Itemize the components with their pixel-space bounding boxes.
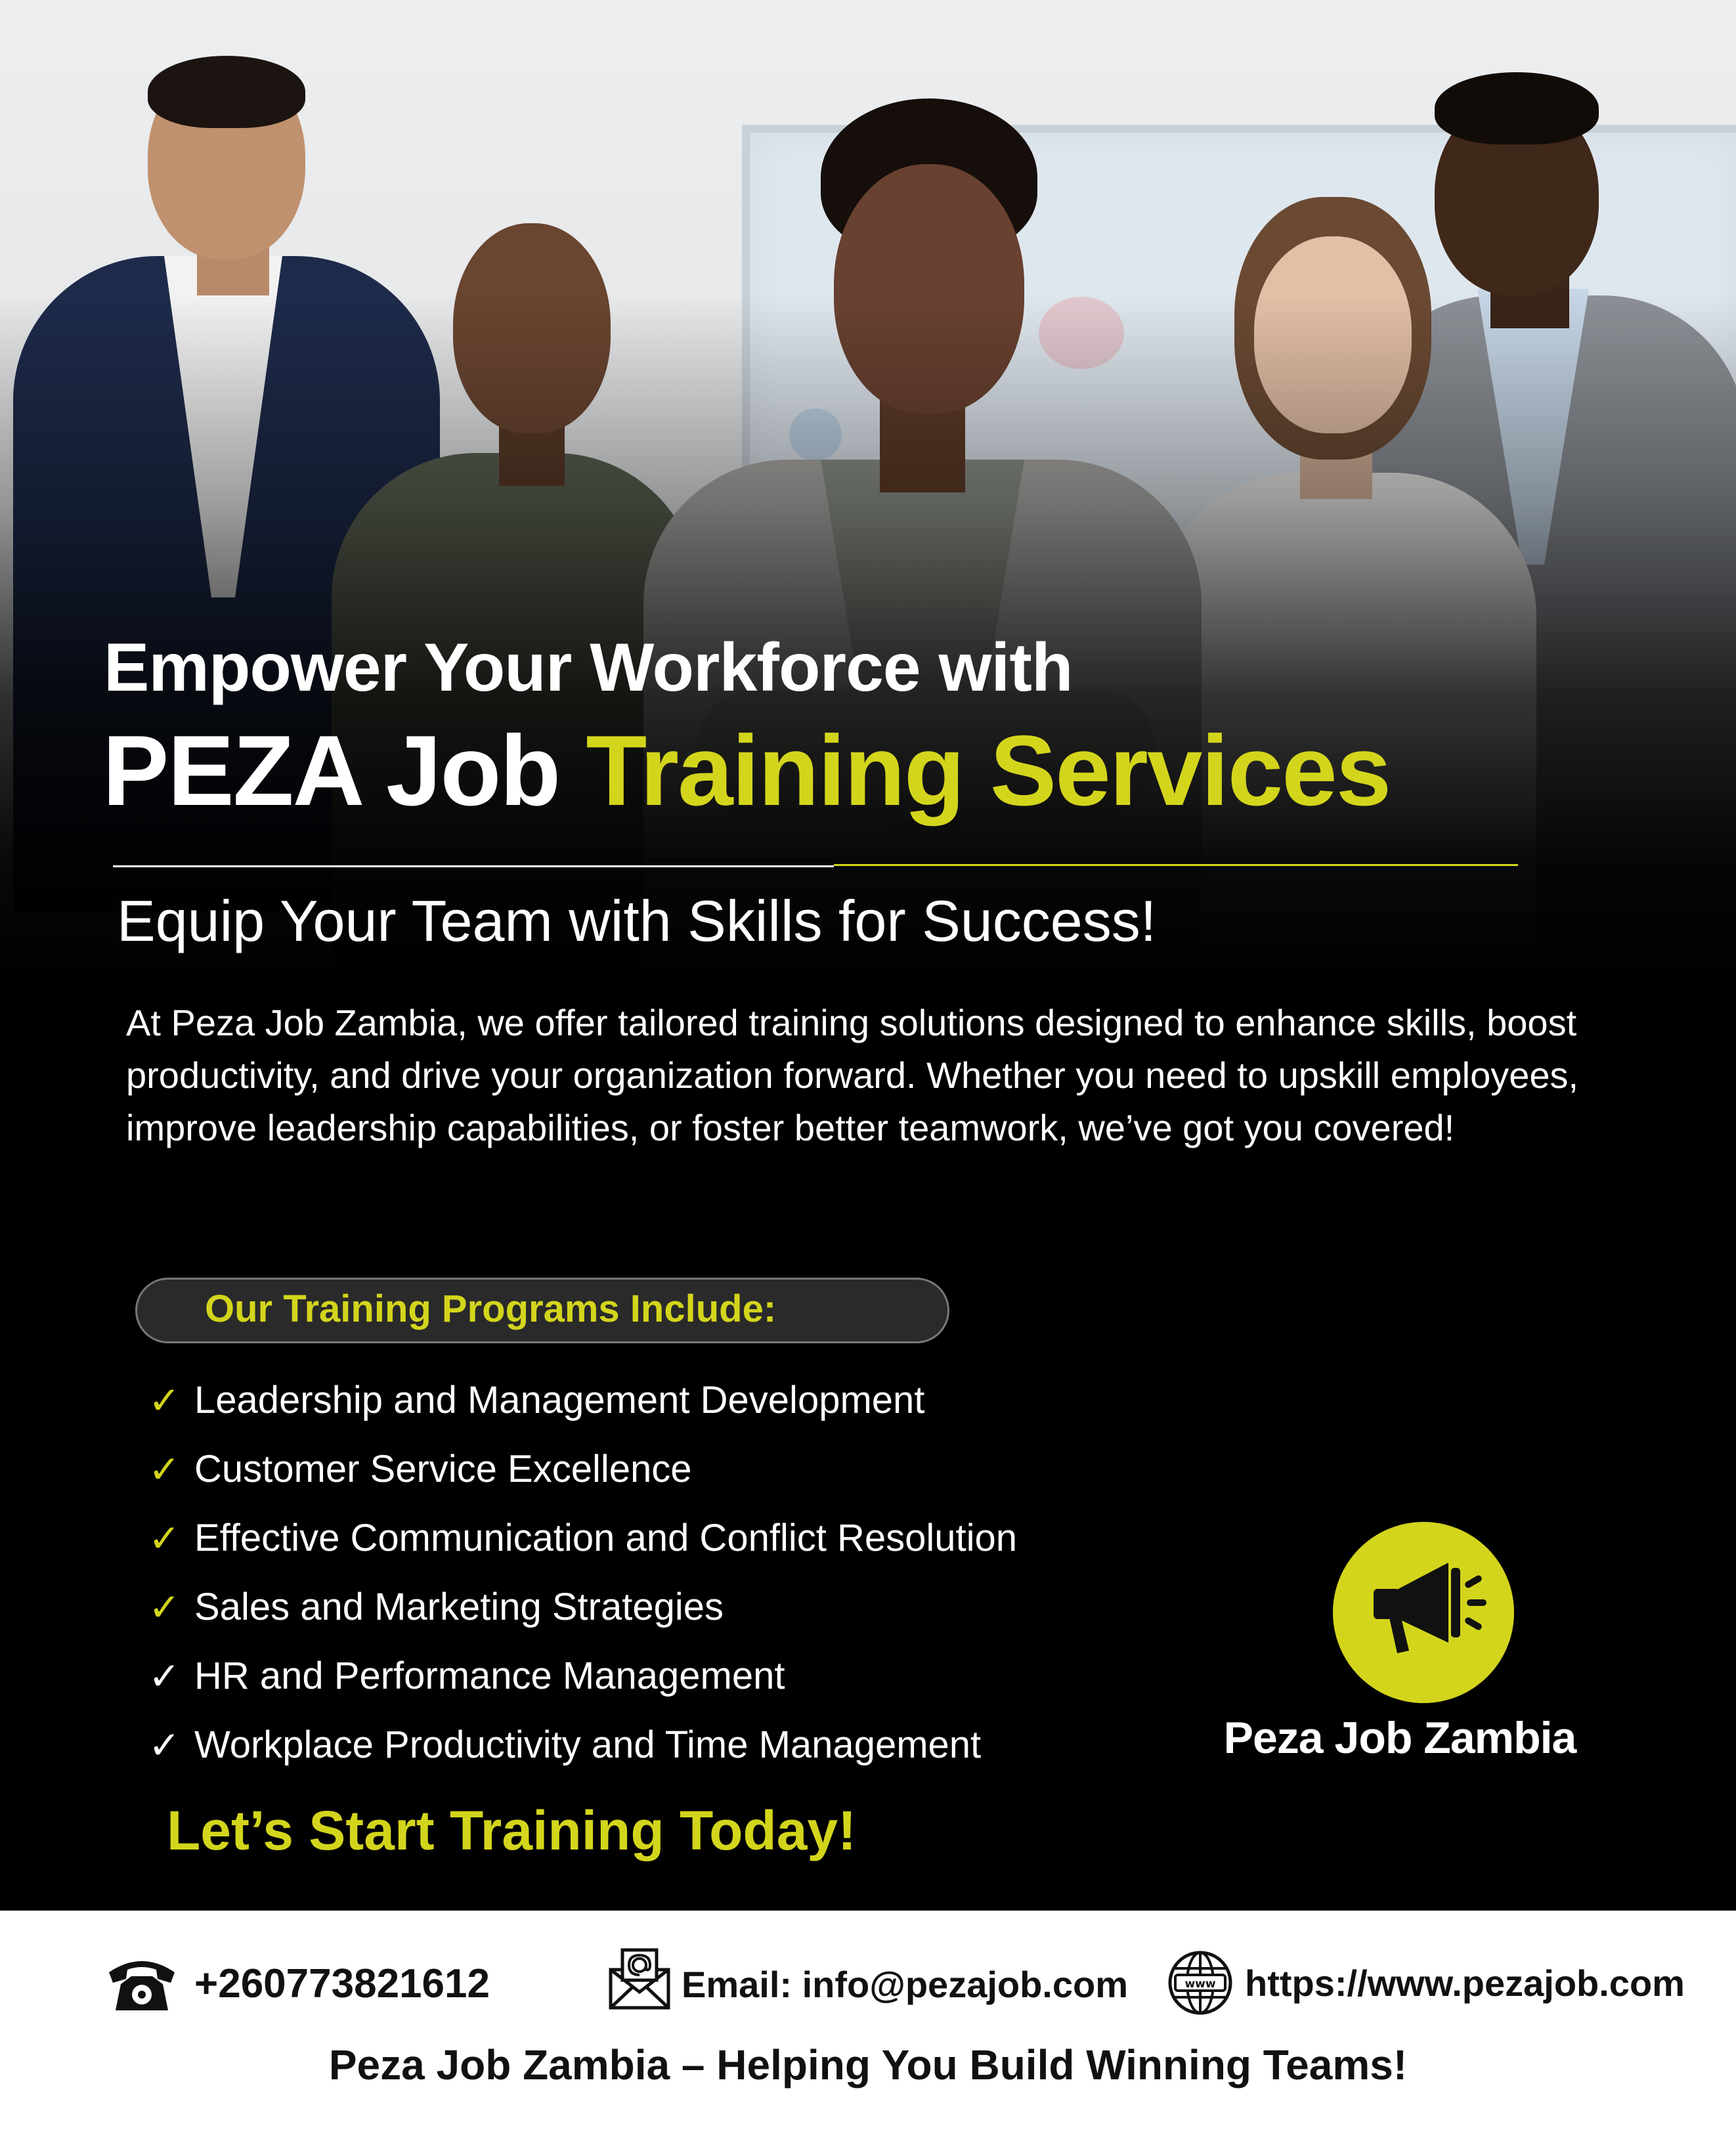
program-item: ✓ Sales and Marketing Strategies <box>148 1572 1232 1641</box>
program-item: ✓ Effective Communication and Conflict R… <box>148 1504 1232 1572</box>
intro-paragraph: At Peza Job Zambia, we offer tailored tr… <box>126 1002 1579 1148</box>
program-label: Workplace Productivity and Time Manageme… <box>194 1723 982 1766</box>
footer-tagline: Peza Job Zambia – Helping You Build Winn… <box>328 2041 1408 2089</box>
headline-brand: PEZA Job <box>102 715 586 827</box>
checkmark-icon: ✓ <box>148 1517 181 1560</box>
telephone-icon <box>109 1961 175 2010</box>
brand-name: Peza Job Zambia <box>1223 1713 1577 1763</box>
program-item: ✓ Customer Service Excellence <box>148 1435 1232 1504</box>
call-to-action: Let’s Start Training Today! <box>167 1800 857 1861</box>
website-link[interactable]: https://www.pezajob.com <box>1245 1962 1685 2004</box>
program-label: Leadership and Management Development <box>194 1379 925 1421</box>
program-item: ✓ Workplace Productivity and Time Manage… <box>148 1710 1232 1779</box>
brand-logo <box>1333 1522 1514 1703</box>
checkmark-icon: ✓ <box>148 1379 181 1422</box>
program-item: ✓ HR and Performance Management <box>148 1641 1232 1710</box>
program-label: Customer Service Excellence <box>194 1448 692 1490</box>
programs-title: Our Training Programs Include: <box>205 1288 777 1330</box>
divider-white <box>113 865 834 867</box>
headline-highlight: Training Services <box>586 715 1391 827</box>
headline-line-2: PEZA Job Training Services <box>102 721 1391 821</box>
program-label: Effective Communication and Conflict Res… <box>194 1517 1018 1559</box>
checkmark-icon: ✓ <box>148 1448 181 1491</box>
email-address[interactable]: Email: info@pezajob.com <box>682 1963 1128 2006</box>
checkmark-icon: ✓ <box>148 1655 181 1698</box>
programs-list: ✓ Leadership and Management Development … <box>148 1366 1232 1779</box>
globe-www-icon: www <box>1168 1951 1232 2015</box>
subheadline: Equip Your Team with Skills for Success! <box>117 888 1157 953</box>
svg-text:www: www <box>1184 1978 1215 1991</box>
email-icon <box>609 1948 670 2010</box>
phone-number[interactable]: +260773821612 <box>194 1960 490 2007</box>
program-label: Sales and Marketing Strategies <box>194 1586 724 1628</box>
megaphone-icon <box>1374 1563 1486 1653</box>
program-item: ✓ Leadership and Management Development <box>148 1366 1232 1435</box>
divider-yellow <box>834 864 1518 866</box>
checkmark-icon: ✓ <box>148 1586 181 1629</box>
program-label: HR and Performance Management <box>194 1655 785 1697</box>
headline-line-1: Empower Your Workforce with <box>104 630 1073 706</box>
contact-footer: +260773821612 Email: info@pezajob.com ww… <box>0 1911 1736 2143</box>
checkmark-icon: ✓ <box>148 1723 181 1767</box>
